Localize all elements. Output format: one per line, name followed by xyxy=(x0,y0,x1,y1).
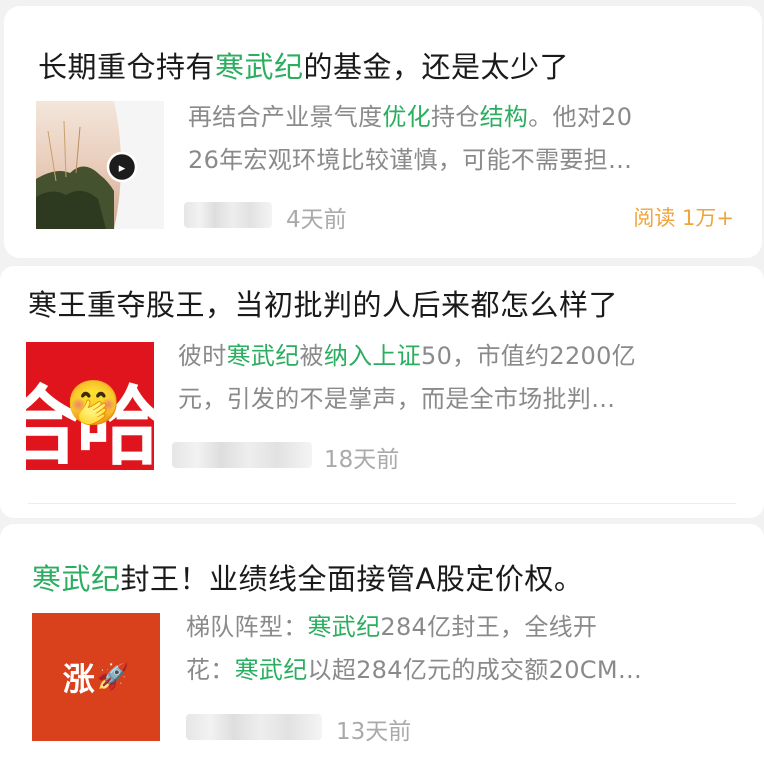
read-count: 阅读 1万+ xyxy=(633,206,734,230)
publish-time: 4天前 xyxy=(286,207,347,233)
publish-time: 18天前 xyxy=(324,447,400,473)
article-title[interactable]: 长期重仓持有寒武纪的基金，还是太少了 xyxy=(38,44,569,86)
publish-time: 13天前 xyxy=(336,719,412,745)
article-thumbnail[interactable]: 合哈 🤭 xyxy=(26,342,154,470)
article-summary: 再结合产业景气度优化持仓结构。他对20 26年宏观环境比较谨慎，可能不需要担… xyxy=(188,103,633,174)
author-name-blurred[interactable] xyxy=(172,442,312,468)
card-divider xyxy=(28,503,736,504)
svg-text:▸: ▸ xyxy=(119,161,126,176)
rocket-icon: 🚀 xyxy=(96,662,130,692)
author-name-blurred[interactable] xyxy=(186,714,322,740)
article-thumbnail[interactable]: ▸ xyxy=(36,101,164,229)
article-card-1[interactable]: 长期重仓持有寒武纪的基金，还是太少了 ▸ 再结合产业景气度优化持仓结构。他对20… xyxy=(4,6,762,258)
nature-photo-icon: ▸ xyxy=(36,101,164,229)
article-summary: 梯队阵型：寒武纪284亿封王，全线开 花：寒武纪以超284亿元的成交额20CM… xyxy=(186,613,643,684)
thumbnail-text: 涨 xyxy=(62,660,95,698)
shushing-face-icon: 🤭 xyxy=(66,378,121,429)
article-thumbnail[interactable]: 涨 🚀 xyxy=(32,613,160,741)
article-summary: 彼时寒武纪被纳入上证50，市值约2200亿 元，引发的不是掌声，而是全市场批判… xyxy=(178,342,636,413)
author-name-blurred[interactable] xyxy=(184,202,272,228)
thumbnail-content: 涨 🚀 xyxy=(32,613,160,741)
article-title[interactable]: 寒武纪封王！业绩线全面接管A股定价权。 xyxy=(32,556,583,598)
article-title[interactable]: 寒王重夺股王，当初批判的人后来都怎么样了 xyxy=(28,282,618,324)
article-card-3[interactable]: 寒武纪封王！业绩线全面接管A股定价权。 涨 🚀 梯队阵型：寒武纪284亿封王，全… xyxy=(0,524,764,760)
article-card-2[interactable]: 寒王重夺股王，当初批判的人后来都怎么样了 合哈 🤭 彼时寒武纪被纳入上证50，市… xyxy=(0,266,764,518)
